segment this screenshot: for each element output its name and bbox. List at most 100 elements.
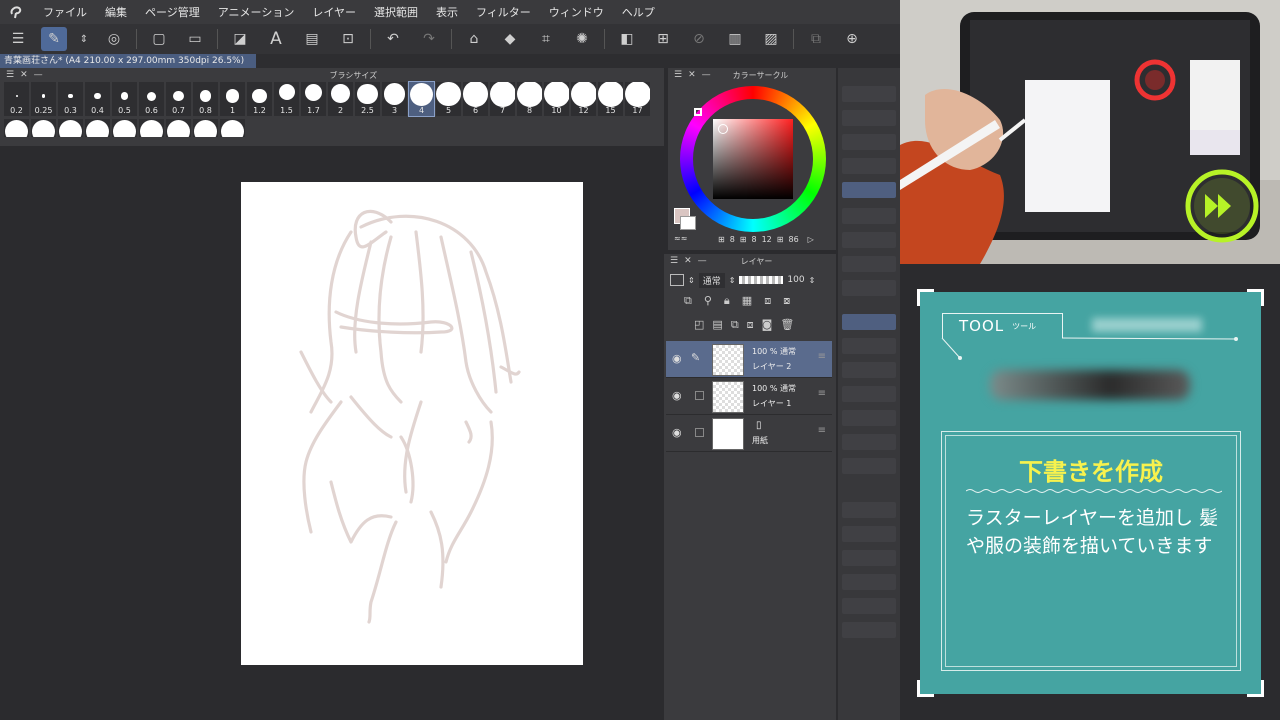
dock-item[interactable] bbox=[842, 314, 896, 330]
brush-size-option[interactable]: 1 bbox=[220, 82, 245, 116]
eye-icon[interactable]: ◉ bbox=[672, 352, 682, 365]
layer-mask-icon[interactable]: ◙ bbox=[762, 318, 773, 332]
brush-size-option[interactable]: 1.2 bbox=[247, 82, 272, 116]
eraser-icon[interactable]: ⊘ bbox=[686, 27, 712, 51]
brush-size-option-large[interactable] bbox=[220, 119, 245, 137]
transform-icon[interactable]: ⊞ bbox=[650, 27, 676, 51]
dock-item[interactable] bbox=[842, 158, 896, 174]
panel-grip-icon[interactable]: ☰ bbox=[6, 70, 14, 80]
brush-size-option[interactable]: 7 bbox=[490, 82, 515, 116]
menu-layer[interactable]: レイヤー bbox=[303, 4, 365, 20]
dock-item[interactable] bbox=[842, 434, 896, 450]
brush-size-option[interactable]: 6 bbox=[463, 82, 488, 116]
brush-size-option[interactable]: 4 bbox=[408, 81, 435, 117]
brush-size-option[interactable]: 8 bbox=[517, 82, 542, 116]
blend-mode-select[interactable]: 通常 bbox=[698, 272, 725, 288]
lock-icon[interactable]: 🔒︎ bbox=[724, 294, 730, 308]
layer-menu-icon[interactable]: ≡ bbox=[818, 351, 826, 362]
redo-icon[interactable]: ↷ bbox=[416, 27, 442, 51]
brush-size-option[interactable]: 0.6 bbox=[139, 82, 164, 116]
brush-size-option[interactable]: 0.2 bbox=[4, 82, 29, 116]
menu-filter[interactable]: フィルター bbox=[467, 4, 540, 20]
close-icon[interactable]: ✕ bbox=[20, 70, 28, 80]
brush-size-option[interactable]: 15 bbox=[598, 82, 623, 116]
dock-item[interactable] bbox=[842, 410, 896, 426]
menu-view[interactable]: 表示 bbox=[427, 4, 467, 20]
dock-item[interactable] bbox=[842, 598, 896, 614]
dock-item[interactable] bbox=[842, 182, 896, 198]
dock-item[interactable] bbox=[842, 502, 896, 518]
play-icon[interactable]: ▷ bbox=[808, 235, 814, 244]
brush-size-option[interactable]: 3 bbox=[382, 82, 407, 116]
brush-size-option[interactable]: 2.5 bbox=[355, 82, 380, 116]
brush-size-option[interactable]: 0.25 bbox=[31, 82, 56, 116]
new-folder-icon[interactable]: ▤ bbox=[712, 318, 722, 332]
layer-name[interactable]: レイヤー 1 bbox=[752, 398, 791, 409]
minimize-icon[interactable]: — bbox=[698, 256, 707, 266]
folder-icon[interactable]: ▤ bbox=[299, 27, 325, 51]
layer-checkbox[interactable] bbox=[695, 428, 704, 437]
copy-layer-icon[interactable]: ⧉ bbox=[731, 318, 739, 332]
crop-icon[interactable]: ⌗ bbox=[533, 27, 559, 51]
dock-item[interactable] bbox=[842, 622, 896, 638]
hue-marker[interactable] bbox=[694, 108, 702, 116]
brush-size-option[interactable]: 0.8 bbox=[193, 82, 218, 116]
document-tab[interactable]: 青葉画荘さん* (A4 210.00 x 297.00mm 350dpi 26.… bbox=[0, 54, 256, 68]
menu-edit[interactable]: 編集 bbox=[96, 4, 136, 20]
eye-icon[interactable]: ◉ bbox=[672, 426, 682, 439]
dock-item[interactable] bbox=[842, 256, 896, 272]
brush-size-option-large[interactable] bbox=[58, 119, 83, 137]
brush-size-option[interactable]: 5 bbox=[436, 82, 461, 116]
dock-item[interactable] bbox=[842, 338, 896, 354]
trash-icon[interactable]: 🗑︎ bbox=[780, 318, 794, 332]
brush-size-option[interactable]: 10 bbox=[544, 82, 569, 116]
flip-icon[interactable]: ◧ bbox=[614, 27, 640, 51]
dock-item[interactable] bbox=[842, 574, 896, 590]
text-icon[interactable]: A bbox=[263, 27, 289, 51]
app-logo-icon[interactable] bbox=[0, 5, 34, 19]
clip-icon[interactable]: ⧈ bbox=[764, 294, 771, 308]
updown-icon[interactable]: ⇕ bbox=[77, 27, 91, 51]
color-wheel[interactable] bbox=[680, 86, 826, 232]
layer-row[interactable]: ◉ ▯ 用紙 ≡ bbox=[666, 415, 832, 452]
menu-help[interactable]: ヘルプ bbox=[613, 4, 664, 20]
panel-grip-icon[interactable]: ☰ bbox=[674, 70, 682, 80]
sub-color-swatch[interactable] bbox=[680, 216, 696, 230]
opacity-value[interactable]: 100 bbox=[787, 275, 804, 285]
mask-icon[interactable]: ⧇ bbox=[783, 294, 790, 308]
draft-icon[interactable]: ⚲ bbox=[704, 294, 712, 308]
layer-row[interactable]: ◉ 100 % 通常 レイヤー 1 ≡ bbox=[666, 378, 832, 415]
new-page-icon[interactable]: ▢ bbox=[146, 27, 172, 51]
frame-icon[interactable]: ⊡ bbox=[335, 27, 361, 51]
brush-size-option[interactable]: 0.7 bbox=[166, 82, 191, 116]
dock-item[interactable] bbox=[842, 86, 896, 102]
dock-item[interactable] bbox=[842, 134, 896, 150]
brush-size-option-large[interactable] bbox=[166, 119, 191, 137]
eye-icon[interactable]: ◉ bbox=[672, 389, 682, 402]
close-icon[interactable]: ✕ bbox=[684, 256, 692, 266]
dock-item[interactable] bbox=[842, 458, 896, 474]
layer-checkbox[interactable] bbox=[695, 391, 704, 400]
fill-icon[interactable]: ◆ bbox=[497, 27, 523, 51]
stroke-icon[interactable]: ≈≈ bbox=[674, 234, 687, 243]
dock-item[interactable] bbox=[842, 232, 896, 248]
chevron-updown-icon[interactable]: ⇕ bbox=[688, 276, 695, 285]
menu-animation[interactable]: アニメーション bbox=[209, 4, 304, 20]
brush-size-option-large[interactable] bbox=[193, 119, 218, 137]
brush-size-option[interactable]: 12 bbox=[571, 82, 596, 116]
page-icon[interactable]: ▭ bbox=[182, 27, 208, 51]
dock-item[interactable] bbox=[842, 362, 896, 378]
brush-size-option[interactable]: 1.7 bbox=[301, 82, 326, 116]
minimize-icon[interactable]: — bbox=[702, 70, 711, 80]
chevron-updown-icon[interactable]: ⇕ bbox=[809, 276, 816, 285]
layer-menu-icon[interactable]: ≡ bbox=[818, 388, 826, 399]
layer-menu-icon[interactable]: ≡ bbox=[818, 425, 826, 436]
close-icon[interactable]: ✕ bbox=[688, 70, 696, 80]
dock-item[interactable] bbox=[842, 280, 896, 296]
dock-item[interactable] bbox=[842, 110, 896, 126]
ruler-icon[interactable]: ▥ bbox=[722, 27, 748, 51]
sparkle-icon[interactable]: ✺ bbox=[569, 27, 595, 51]
dock-item[interactable] bbox=[842, 208, 896, 224]
canvas-paper[interactable] bbox=[241, 182, 583, 665]
brush-size-option[interactable]: 0.4 bbox=[85, 82, 110, 116]
